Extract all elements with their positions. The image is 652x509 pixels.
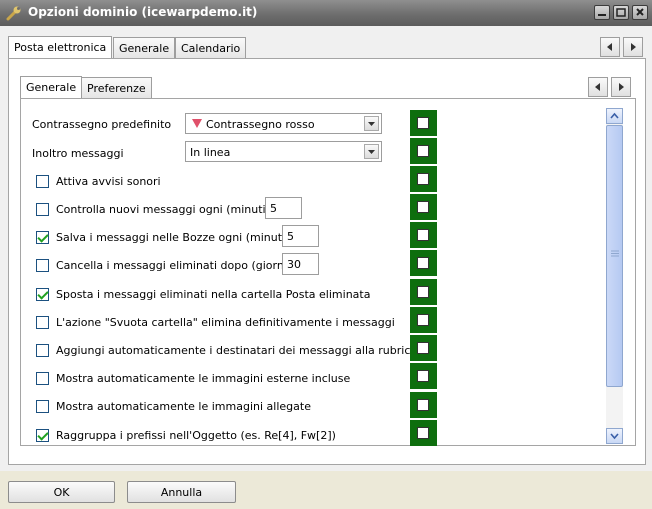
option-checkbox[interactable]: [36, 259, 49, 272]
lock-checkbox[interactable]: [417, 286, 429, 298]
scroll-down-button[interactable]: [606, 428, 623, 444]
dropdown-arrow[interactable]: [364, 116, 379, 131]
option-label: Cancella i messaggi eliminati dopo (gior…: [56, 259, 292, 272]
chevron-down-icon: [610, 433, 619, 440]
window-title: Opzioni dominio (icewarpdemo.it): [28, 5, 258, 19]
lock-toggle[interactable]: [410, 363, 437, 389]
lock-checkbox[interactable]: [417, 145, 429, 157]
lock-checkbox[interactable]: [417, 117, 429, 129]
subtab-generale[interactable]: Generale: [20, 76, 83, 100]
lock-checkbox[interactable]: [417, 342, 429, 354]
lock-checkbox[interactable]: [417, 427, 429, 439]
lock-checkbox[interactable]: [417, 229, 429, 241]
option-label: Controlla nuovi messaggi ogni (minuti): [56, 203, 270, 216]
option-checkbox[interactable]: [36, 429, 49, 442]
arrow-right-icon: [631, 43, 636, 51]
arrow-left-icon: [607, 43, 612, 51]
option-checkbox[interactable]: [36, 203, 49, 216]
option-checkbox[interactable]: [36, 288, 49, 301]
maximize-icon: [614, 6, 628, 19]
arrow-left-icon: [595, 83, 600, 91]
outer-tabs-prev-button[interactable]: [600, 37, 620, 57]
red-flag-icon: [192, 119, 202, 128]
option-checkbox[interactable]: [36, 231, 49, 244]
close-button[interactable]: [632, 5, 648, 20]
lock-toggle[interactable]: [410, 420, 437, 446]
default-flag-select[interactable]: Contrassegno rosso: [185, 113, 382, 134]
default-flag-label: Contrassegno predefinito: [32, 118, 172, 131]
lock-checkbox[interactable]: [417, 370, 429, 382]
option-label: Mostra automaticamente le immagini ester…: [56, 372, 351, 385]
tab-calendario[interactable]: Calendario: [175, 37, 247, 59]
lock-toggle[interactable]: [410, 279, 437, 305]
arrow-right-icon: [619, 83, 624, 91]
option-checkbox[interactable]: [36, 316, 49, 329]
forward-messages-select[interactable]: In linea: [185, 141, 382, 162]
lock-checkbox[interactable]: [417, 201, 429, 213]
tab-posta-elettronica[interactable]: Posta elettronica: [8, 36, 113, 60]
option-label: Salva i messaggi nelle Bozze ogni (minut…: [56, 231, 290, 244]
inner-tabs-next-button[interactable]: [611, 77, 631, 97]
option-label: Sposta i messaggi eliminati nella cartel…: [56, 288, 371, 301]
scroll-thumb[interactable]: [606, 125, 623, 387]
lock-checkbox[interactable]: [417, 173, 429, 185]
default-flag-value: Contrassegno rosso: [206, 118, 315, 131]
lock-toggle[interactable]: [410, 250, 437, 276]
option-label: Raggruppa i prefissi nell'Oggetto (es. R…: [56, 429, 336, 442]
minimize-icon: [595, 6, 609, 19]
lock-toggle[interactable]: [410, 166, 437, 192]
grip-icon: [611, 250, 619, 257]
option-checkbox[interactable]: [36, 400, 49, 413]
lock-toggle[interactable]: [410, 392, 437, 418]
outer-tabs-next-button[interactable]: [623, 37, 643, 57]
dropdown-arrow[interactable]: [364, 144, 379, 159]
chevron-down-icon: [368, 150, 375, 154]
minimize-button[interactable]: [594, 5, 610, 20]
inner-tabs-prev-button[interactable]: [588, 77, 608, 97]
forward-messages-value: In linea: [190, 146, 231, 159]
check-interval-input[interactable]: 5: [265, 197, 302, 219]
lock-checkbox[interactable]: [417, 257, 429, 269]
lock-toggle[interactable]: [410, 110, 437, 136]
cancel-button[interactable]: Annulla: [127, 481, 236, 503]
tab-generale[interactable]: Generale: [113, 37, 176, 59]
close-icon: [633, 6, 647, 19]
maximize-button[interactable]: [613, 5, 629, 20]
option-label: L'azione "Svuota cartella" elimina defin…: [56, 316, 395, 329]
option-label: Mostra automaticamente le immagini alleg…: [56, 400, 311, 413]
option-checkbox[interactable]: [36, 175, 49, 188]
option-checkbox[interactable]: [36, 372, 49, 385]
lock-toggle[interactable]: [410, 194, 437, 220]
ok-button[interactable]: OK: [8, 481, 115, 503]
subtab-preferenze[interactable]: Preferenze: [81, 77, 152, 99]
option-label: Aggiungi automaticamente i destinatari d…: [56, 344, 418, 357]
option-checkbox[interactable]: [36, 344, 49, 357]
draft-interval-input[interactable]: 5: [282, 225, 319, 247]
lock-checkbox[interactable]: [417, 399, 429, 411]
chevron-up-icon: [610, 112, 619, 119]
wrench-icon: [6, 6, 21, 21]
delete-days-input[interactable]: 30: [282, 253, 319, 275]
lock-toggle[interactable]: [410, 138, 437, 164]
scroll-up-button[interactable]: [606, 108, 623, 124]
option-label: Attiva avvisi sonori: [56, 175, 161, 188]
lock-toggle[interactable]: [410, 335, 437, 361]
title-bar[interactable]: Opzioni dominio (icewarpdemo.it): [0, 0, 652, 26]
forward-messages-label: Inoltro messaggi: [32, 147, 124, 160]
lock-toggle[interactable]: [410, 222, 437, 248]
lock-toggle[interactable]: [410, 307, 437, 333]
lock-checkbox[interactable]: [417, 314, 429, 326]
vertical-scrollbar[interactable]: [606, 108, 623, 444]
chevron-down-icon: [368, 122, 375, 126]
